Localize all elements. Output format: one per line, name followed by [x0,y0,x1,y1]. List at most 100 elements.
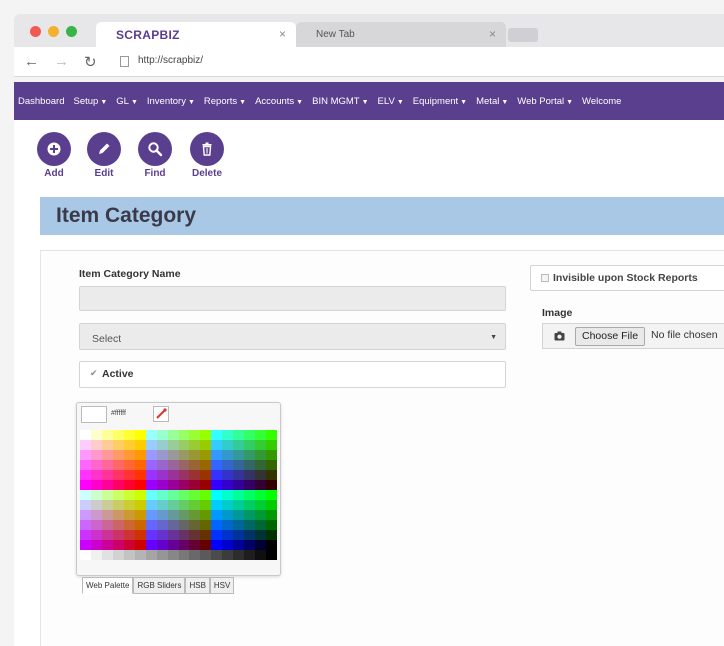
palette-swatch[interactable] [178,500,190,510]
web-palette-grid[interactable] [80,430,277,560]
palette-swatch[interactable] [178,480,190,490]
palette-swatch[interactable] [80,470,91,480]
palette-swatch[interactable] [112,440,124,450]
palette-swatch[interactable] [145,550,157,560]
palette-swatch[interactable] [134,470,146,480]
nav-item-welcome[interactable]: Welcome [582,96,621,107]
palette-swatch[interactable] [211,440,223,450]
palette-swatch[interactable] [200,540,212,550]
palette-swatch[interactable] [211,520,223,530]
palette-swatch[interactable] [255,480,267,490]
palette-swatch[interactable] [244,470,256,480]
palette-swatch[interactable] [255,430,267,440]
palette-swatch[interactable] [211,530,223,540]
palette-swatch[interactable] [156,460,168,470]
palette-swatch[interactable] [101,550,113,560]
palette-swatch[interactable] [134,460,146,470]
palette-swatch[interactable] [123,440,135,450]
palette-swatch[interactable] [244,440,256,450]
palette-swatch[interactable] [222,510,234,520]
palette-swatch[interactable] [266,550,277,560]
nav-item-reports[interactable]: Reports ▼ [204,96,246,107]
palette-swatch[interactable] [134,520,146,530]
palette-swatch[interactable] [112,500,124,510]
palette-swatch[interactable] [156,530,168,540]
palette-swatch[interactable] [233,470,245,480]
palette-swatch[interactable] [90,460,102,470]
palette-swatch[interactable] [266,450,277,460]
palette-swatch[interactable] [167,550,179,560]
palette-swatch[interactable] [255,460,267,470]
palette-swatch[interactable] [145,520,157,530]
tab-close-icon[interactable]: × [489,27,496,41]
palette-swatch[interactable] [80,550,91,560]
palette-swatch[interactable] [123,530,135,540]
invisible-upon-stock-reports-checkbox[interactable]: Invisible upon Stock Reports [530,265,724,291]
palette-swatch[interactable] [266,510,277,520]
palette-swatch[interactable] [222,450,234,460]
palette-swatch[interactable] [80,530,91,540]
palette-swatch[interactable] [200,490,212,500]
edit-button[interactable]: Edit [87,132,121,179]
palette-swatch[interactable] [123,450,135,460]
palette-swatch[interactable] [211,540,223,550]
palette-swatch[interactable] [112,520,124,530]
palette-swatch[interactable] [189,550,201,560]
nav-item-equipment[interactable]: Equipment ▼ [413,96,467,107]
palette-swatch[interactable] [167,470,179,480]
palette-swatch[interactable] [90,510,102,520]
palette-swatch[interactable] [156,450,168,460]
palette-swatch[interactable] [101,430,113,440]
palette-swatch[interactable] [200,460,212,470]
palette-swatch[interactable] [90,530,102,540]
palette-swatch[interactable] [145,490,157,500]
nav-item-bin-mgmt[interactable]: BIN MGMT ▼ [312,96,368,107]
eyedropper-icon[interactable] [153,406,169,422]
palette-swatch[interactable] [200,480,212,490]
palette-swatch[interactable] [101,540,113,550]
palette-swatch[interactable] [244,550,256,560]
palette-swatch[interactable] [189,480,201,490]
choose-file-button[interactable]: Choose File [575,327,646,346]
palette-swatch[interactable] [211,430,223,440]
palette-swatch[interactable] [244,500,256,510]
palette-swatch[interactable] [90,520,102,530]
palette-swatch[interactable] [112,460,124,470]
category-select[interactable]: Select ▼ [79,323,506,350]
palette-swatch[interactable] [200,520,212,530]
palette-swatch[interactable] [222,480,234,490]
palette-swatch[interactable] [266,520,277,530]
palette-swatch[interactable] [101,500,113,510]
palette-swatch[interactable] [156,540,168,550]
palette-swatch[interactable] [123,550,135,560]
palette-swatch[interactable] [178,460,190,470]
palette-swatch[interactable] [255,510,267,520]
palette-swatch[interactable] [90,430,102,440]
palette-swatch[interactable] [211,550,223,560]
palette-swatch[interactable] [134,480,146,490]
nav-item-setup[interactable]: Setup ▼ [73,96,107,107]
palette-swatch[interactable] [189,440,201,450]
palette-swatch[interactable] [134,530,146,540]
palette-swatch[interactable] [255,550,267,560]
palette-swatch[interactable] [123,470,135,480]
palette-swatch[interactable] [189,540,201,550]
palette-swatch[interactable] [167,430,179,440]
palette-swatch[interactable] [145,510,157,520]
palette-swatch[interactable] [167,500,179,510]
palette-swatch[interactable] [123,500,135,510]
palette-swatch[interactable] [112,490,124,500]
palette-swatch[interactable] [211,490,223,500]
palette-swatch[interactable] [112,480,124,490]
palette-swatch[interactable] [244,450,256,460]
palette-swatch[interactable] [233,480,245,490]
palette-swatch[interactable] [244,530,256,540]
palette-swatch[interactable] [80,430,91,440]
find-button[interactable]: Find [138,132,172,179]
item-category-name-input[interactable] [79,286,506,311]
nav-item-web-portal[interactable]: Web Portal ▼ [517,96,573,107]
palette-swatch[interactable] [255,530,267,540]
palette-swatch[interactable] [211,450,223,460]
palette-swatch[interactable] [189,460,201,470]
palette-swatch[interactable] [145,540,157,550]
